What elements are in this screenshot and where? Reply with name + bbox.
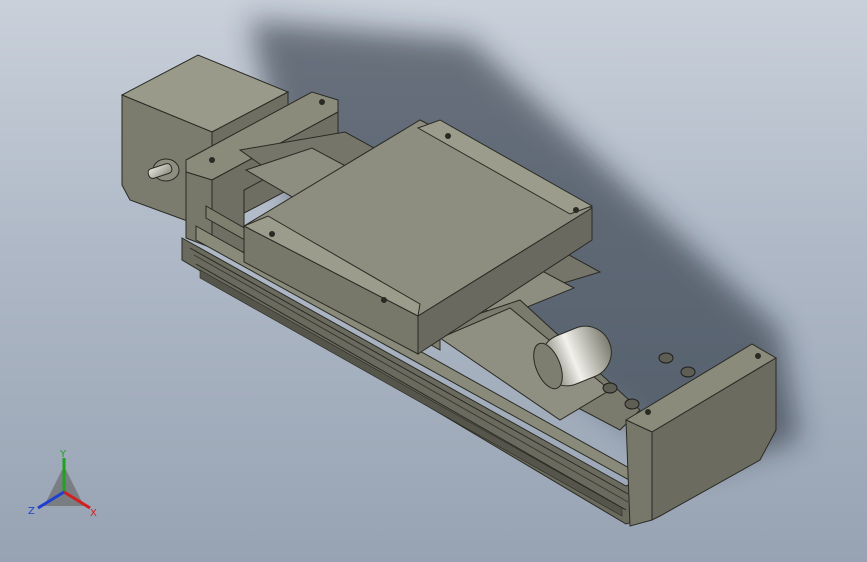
carriage-hole: [269, 231, 275, 237]
cad-viewport[interactable]: Y X Z: [0, 0, 867, 562]
end-block-front: [625, 419, 653, 527]
linear-actuator-model[interactable]: [0, 0, 867, 562]
triad-x-label: X: [90, 508, 97, 519]
carriage-hole: [445, 133, 451, 139]
triad-y-label: Y: [59, 449, 67, 460]
triad-z-label: Z: [28, 506, 35, 517]
axis-triad[interactable]: Y X Z: [22, 448, 106, 524]
carriage-hole: [381, 297, 387, 303]
carriage-hole: [573, 207, 579, 213]
